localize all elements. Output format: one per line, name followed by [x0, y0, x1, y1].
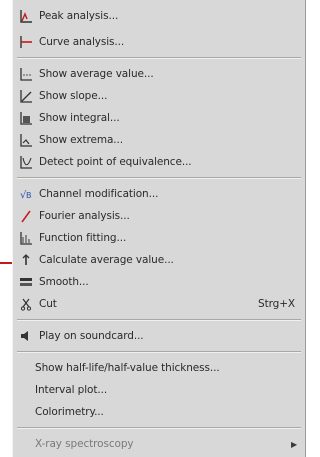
extrema-icon: [15, 131, 37, 149]
menu-item-label: Channel modification...: [39, 188, 159, 200]
svg-text:B: B: [26, 191, 31, 200]
menu-item-label: Show average value...: [39, 68, 154, 80]
menu-item-fourier-analysis[interactable]: Fourier analysis...: [13, 205, 305, 227]
calculate-average-icon: [15, 251, 37, 269]
menu-item-smooth[interactable]: Smooth...: [13, 271, 305, 293]
menu-item-show-extrema[interactable]: Show extrema...: [13, 129, 305, 151]
context-menu: Peak analysis... Curve analysis... Show …: [12, 0, 306, 457]
menu-item-label: Function fitting...: [39, 232, 127, 244]
menu-item-label: Colorimetry...: [35, 406, 104, 418]
menu-item-peak-analysis[interactable]: Peak analysis...: [13, 5, 305, 27]
slope-icon: [15, 87, 37, 105]
integral-icon: [15, 109, 37, 127]
channel-modification-icon: √ B: [15, 185, 37, 203]
average-value-icon: [15, 65, 37, 83]
menu-item-interval-plot[interactable]: Interval plot...: [13, 379, 305, 401]
menu-item-label: Cut: [39, 298, 57, 310]
cut-shortcut: Strg+X: [258, 298, 295, 310]
menu-item-label: Calculate average value...: [39, 254, 174, 266]
menu-item-label: Show slope...: [39, 90, 108, 102]
equivalence-point-icon: [15, 153, 37, 171]
menu-item-cut[interactable]: Cut Strg+X: [13, 293, 305, 315]
menu-item-label: X-ray spectroscopy: [35, 438, 134, 450]
menu-item-label: Detect point of equivalence...: [39, 156, 192, 168]
speaker-icon: [15, 327, 37, 345]
submenu-arrow-icon: ▶: [290, 439, 297, 449]
menu-separator: [17, 177, 301, 179]
menu-item-label: Show extrema...: [39, 134, 123, 146]
menu-item-xray-spectroscopy[interactable]: X-ray spectroscopy ▶: [13, 433, 305, 455]
menu-item-channel-modification[interactable]: √ B Channel modification...: [13, 183, 305, 205]
menu-item-show-half-life[interactable]: Show half-life/half-value thickness...: [13, 357, 305, 379]
menu-item-label: Interval plot...: [35, 384, 108, 396]
curve-analysis-icon: [15, 33, 37, 51]
menu-separator: [17, 351, 301, 353]
menu-item-label: Play on soundcard...: [39, 330, 144, 342]
menu-item-detect-point-of-equivalence[interactable]: Detect point of equivalence...: [13, 151, 305, 173]
menu-separator: [17, 57, 301, 59]
menu-item-label: Show integral...: [39, 112, 120, 124]
menu-item-play-on-soundcard[interactable]: Play on soundcard...: [13, 325, 305, 347]
smooth-icon: [15, 273, 37, 291]
menu-item-calculate-average-value[interactable]: Calculate average value...: [13, 249, 305, 271]
menu-item-show-average-value[interactable]: Show average value...: [13, 63, 305, 85]
function-fitting-icon: [15, 229, 37, 247]
menu-item-curve-analysis[interactable]: Curve analysis...: [13, 31, 305, 53]
menu-item-label: Show half-life/half-value thickness...: [35, 362, 220, 374]
peak-analysis-icon: [15, 7, 37, 25]
menu-item-show-slope[interactable]: Show slope...: [13, 85, 305, 107]
fourier-icon: [15, 207, 37, 225]
menu-item-label: Fourier analysis...: [39, 210, 130, 222]
menu-item-label: Curve analysis...: [39, 36, 125, 48]
menu-separator: [17, 427, 301, 429]
menu-separator: [17, 319, 301, 321]
menu-item-label: Smooth...: [39, 276, 89, 288]
menu-item-show-integral[interactable]: Show integral...: [13, 107, 305, 129]
menu-item-label: Peak analysis...: [39, 10, 119, 22]
menu-item-colorimetry[interactable]: Colorimetry...: [13, 401, 305, 423]
scissors-icon: [15, 295, 37, 313]
menu-item-function-fitting[interactable]: Function fitting...: [13, 227, 305, 249]
